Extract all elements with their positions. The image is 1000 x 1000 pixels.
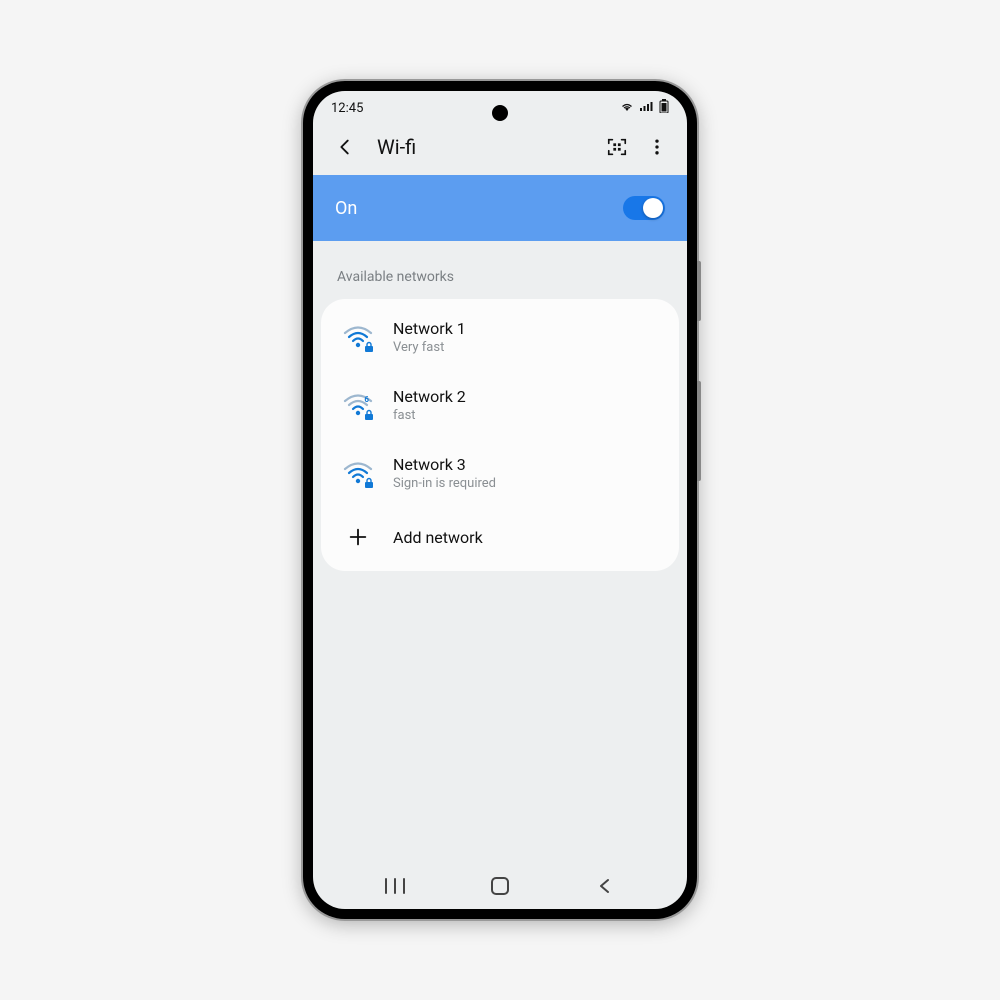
wifi-secured-icon bbox=[343, 323, 373, 351]
side-button bbox=[697, 381, 701, 481]
add-network-row[interactable]: Add network bbox=[321, 507, 679, 567]
network-status: fast bbox=[393, 408, 466, 423]
network-text: Network 3 Sign-in is required bbox=[393, 455, 496, 491]
plus-icon bbox=[343, 523, 373, 551]
lock-icon bbox=[363, 341, 375, 353]
phone-frame: 12:45 bbox=[303, 81, 697, 919]
nav-home-button[interactable] bbox=[470, 876, 530, 896]
network-status: Very fast bbox=[393, 340, 466, 355]
wifi-toggle-row[interactable]: On bbox=[313, 175, 687, 241]
home-icon bbox=[490, 876, 510, 896]
header: Wi-fi bbox=[313, 125, 687, 175]
network-text: Network 2 fast bbox=[393, 387, 466, 423]
page-title: Wi-fi bbox=[377, 135, 591, 159]
status-icons bbox=[619, 99, 669, 117]
network-name: Network 2 bbox=[393, 387, 466, 406]
wifi6-badge: 6 bbox=[364, 395, 369, 404]
battery-icon bbox=[659, 99, 669, 117]
wifi-secured-icon bbox=[343, 459, 373, 487]
more-vertical-icon bbox=[647, 137, 667, 157]
chevron-left-icon bbox=[596, 877, 614, 895]
chevron-left-icon bbox=[334, 136, 356, 158]
wifi-state-label: On bbox=[335, 198, 357, 219]
available-networks-label: Available networks bbox=[313, 241, 687, 299]
signal-icon bbox=[639, 100, 655, 116]
lock-icon bbox=[363, 409, 375, 421]
back-button[interactable] bbox=[327, 129, 363, 165]
network-row[interactable]: Network 3 Sign-in is required bbox=[321, 439, 679, 507]
network-row[interactable]: Network 1 Very fast bbox=[321, 303, 679, 371]
nav-recents-button[interactable] bbox=[365, 877, 425, 895]
side-button bbox=[697, 261, 701, 321]
wifi-status-icon bbox=[619, 100, 635, 116]
status-time: 12:45 bbox=[331, 101, 363, 116]
system-nav-bar bbox=[313, 863, 687, 909]
network-text: Network 1 Very fast bbox=[393, 319, 466, 355]
network-name: Network 3 bbox=[393, 455, 496, 474]
front-camera bbox=[492, 105, 508, 121]
more-options-button[interactable] bbox=[643, 129, 671, 165]
network-name: Network 1 bbox=[393, 319, 466, 338]
wifi-toggle-switch[interactable] bbox=[623, 196, 665, 220]
network-status: Sign-in is required bbox=[393, 476, 496, 491]
nav-back-button[interactable] bbox=[575, 877, 635, 895]
network-row[interactable]: 6 Network 2 fast bbox=[321, 371, 679, 439]
qr-code-icon bbox=[606, 136, 628, 158]
qr-scan-button[interactable] bbox=[599, 129, 635, 165]
screen: 12:45 bbox=[313, 91, 687, 909]
switch-knob bbox=[643, 198, 663, 218]
wifi-secured-icon: 6 bbox=[343, 391, 373, 419]
recents-icon bbox=[384, 877, 406, 895]
networks-card: Network 1 Very fast 6 bbox=[321, 299, 679, 571]
add-network-label: Add network bbox=[393, 528, 483, 547]
lock-icon bbox=[363, 477, 375, 489]
add-network-text: Add network bbox=[393, 528, 483, 547]
